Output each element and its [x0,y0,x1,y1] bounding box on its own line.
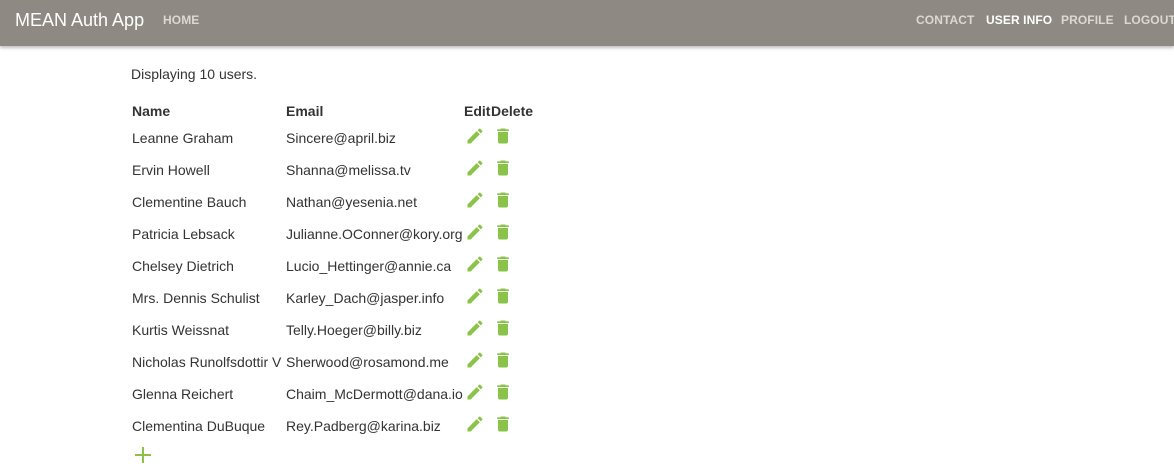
trash-icon [497,128,509,144]
table-row: Leanne Graham Sincere@april.biz [0,122,700,154]
nav-user-info[interactable]: USER INFO [986,13,1052,27]
pencil-icon [467,416,483,432]
trash-icon [497,160,509,176]
trash-icon [497,320,509,336]
user-name: Clementina DuBuque [132,418,266,434]
user-name: Glenna Reichert [132,386,234,402]
column-header-delete: Delete [491,103,534,119]
user-name: Patricia Lebsack [132,226,235,242]
users-summary: Displaying 10 users. [131,66,258,82]
user-name: Clementine Bauch [132,194,247,210]
trash-icon [497,192,509,208]
user-name: Mrs. Dennis Schulist [132,290,260,306]
pencil-icon [467,352,483,368]
column-header-email: Email [286,103,324,119]
edit-button[interactable] [465,190,485,210]
table-row: Mrs. Dennis Schulist Karley_Dach@jasper.… [0,282,700,314]
user-email: Nathan@yesenia.net [286,194,417,210]
edit-button[interactable] [465,382,485,402]
user-name: Nicholas Runolfsdottir V [132,354,282,370]
table-row: Glenna Reichert Chaim_McDermott@dana.io [0,378,700,410]
pencil-icon [467,160,483,176]
delete-button[interactable] [493,126,513,146]
add-user-button[interactable] [134,446,152,464]
delete-button[interactable] [493,222,513,242]
table-row: Kurtis Weissnat Telly.Hoeger@billy.biz [0,314,700,346]
delete-button[interactable] [493,254,513,274]
user-email: Sherwood@rosamond.me [286,354,449,370]
column-header-edit: Edit [464,103,491,119]
user-email: Rey.Padberg@karina.biz [286,418,441,434]
pencil-icon [467,288,483,304]
delete-button[interactable] [493,158,513,178]
user-email: Julianne.OConner@kory.org [286,226,463,242]
trash-icon [497,384,509,400]
pencil-icon [467,128,483,144]
edit-button[interactable] [465,318,485,338]
user-name: Chelsey Dietrich [132,258,234,274]
delete-button[interactable] [493,350,513,370]
user-name: Leanne Graham [132,130,234,146]
plus-icon [135,447,151,463]
edit-button[interactable] [465,126,485,146]
nav-home[interactable]: HOME [163,13,199,27]
pencil-icon [467,320,483,336]
trash-icon [497,416,509,432]
table-row: Clementina DuBuque Rey.Padberg@karina.bi… [0,410,700,442]
trash-icon [497,256,509,272]
edit-button[interactable] [465,158,485,178]
user-email: Chaim_McDermott@dana.io [286,386,463,402]
user-email: Telly.Hoeger@billy.biz [286,322,422,338]
table-row: Chelsey Dietrich Lucio_Hettinger@annie.c… [0,250,700,282]
edit-button[interactable] [465,286,485,306]
user-email: Shanna@melissa.tv [286,162,411,178]
trash-icon [497,224,509,240]
edit-button[interactable] [465,254,485,274]
user-email: Lucio_Hettinger@annie.ca [286,258,452,274]
trash-icon [497,288,509,304]
delete-button[interactable] [493,414,513,434]
edit-button[interactable] [465,222,485,242]
nav-profile[interactable]: PROFILE [1061,13,1114,27]
pencil-icon [467,256,483,272]
delete-button[interactable] [493,318,513,338]
table-row: Patricia Lebsack Julianne.OConner@kory.o… [0,218,700,250]
trash-icon [497,352,509,368]
delete-button[interactable] [493,190,513,210]
app-brand[interactable]: MEAN Auth App [15,9,144,31]
pencil-icon [467,192,483,208]
nav-logout[interactable]: LOGOUT [1124,13,1174,27]
pencil-icon [467,384,483,400]
user-name: Kurtis Weissnat [132,322,229,338]
pencil-icon [467,224,483,240]
table-row: Nicholas Runolfsdottir V Sherwood@rosamo… [0,346,700,378]
column-header-name: Name [132,103,171,119]
navbar: MEAN Auth App HOME CONTACT USER INFO PRO… [0,0,1174,46]
table-row: Clementine Bauch Nathan@yesenia.net [0,186,700,218]
users-table-body: Leanne Graham Sincere@april.biz Ervin Ho… [0,122,700,442]
edit-button[interactable] [465,414,485,434]
user-email: Karley_Dach@jasper.info [286,290,445,306]
delete-button[interactable] [493,382,513,402]
edit-button[interactable] [465,350,485,370]
delete-button[interactable] [493,286,513,306]
user-email: Sincere@april.biz [286,130,396,146]
nav-contact[interactable]: CONTACT [916,13,974,27]
user-name: Ervin Howell [132,162,210,178]
table-row: Ervin Howell Shanna@melissa.tv [0,154,700,186]
